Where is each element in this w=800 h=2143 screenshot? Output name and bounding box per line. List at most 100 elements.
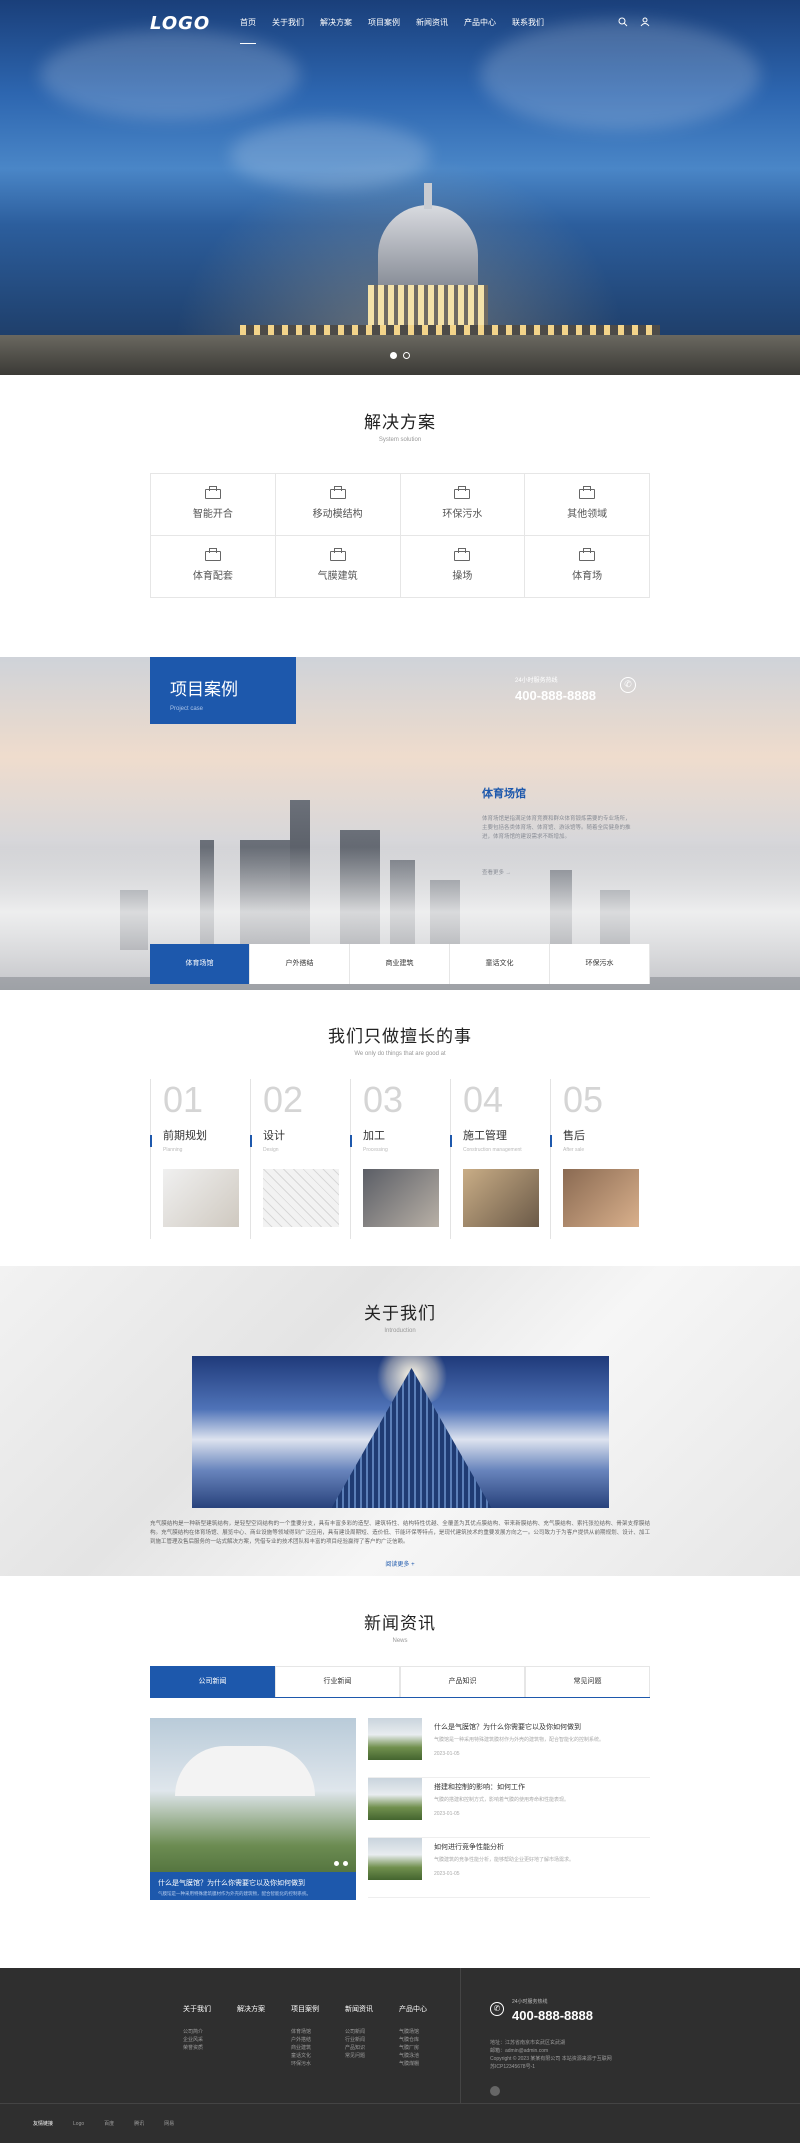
qrcode-icon[interactable] <box>490 2086 500 2096</box>
case-tab[interactable]: 环保污水 <box>550 944 650 984</box>
news-tab[interactable]: 常见问题 <box>525 1666 650 1697</box>
footer-address: 地址：江苏省南京市玄武区玄武湖 <box>490 2040 566 2046</box>
footer-link[interactable]: 气膜煤棚 <box>399 2060 427 2068</box>
news-thumbnail <box>368 1838 422 1880</box>
footer-link[interactable]: 商业建筑 <box>291 2044 319 2052</box>
case-tab[interactable]: 童话文化 <box>450 944 550 984</box>
footer-phone[interactable]: 400-888-8888 <box>512 2008 612 2023</box>
building-icon <box>579 486 596 499</box>
step-item[interactable]: 04 施工管理 Construction management <box>450 1079 550 1239</box>
solution-item[interactable]: 环保污水 <box>400 474 526 536</box>
hotline-number[interactable]: 400-888-8888 <box>515 688 596 703</box>
case-tab[interactable]: 体育场馆 <box>150 944 250 984</box>
step-item[interactable]: 03 加工 Processing <box>350 1079 450 1239</box>
footer-link[interactable]: 公司新闻 <box>345 2028 373 2036</box>
solution-item[interactable]: 体育配套 <box>151 536 276 598</box>
phone-icon: ✆ <box>490 2002 504 2016</box>
footer-link[interactable]: 环保污水 <box>291 2060 319 2068</box>
solution-label: 智能开合 <box>192 509 233 520</box>
nav-item-solutions[interactable]: 解决方案 <box>312 0 360 46</box>
nav-item-home[interactable]: 首页 <box>232 0 264 46</box>
step-name: 加工 <box>363 1130 385 1142</box>
friend-link[interactable]: 百度 <box>104 2120 114 2127</box>
footer-link[interactable]: 行业新闻 <box>345 2036 373 2044</box>
footer-link[interactable]: 气膜场馆 <box>399 2028 427 2036</box>
footer-columns: 关于我们 公司简介 企业风采 荣誉资质 解决方案 项目案例 体育场馆 户外搭结 … <box>183 2004 427 2068</box>
user-icon[interactable] <box>640 17 650 30</box>
case-info: 体育场馆 体育场馆是指满足体育竞赛和群众体育锻炼需要的专业场所，主要包括各类体育… <box>482 785 632 876</box>
solution-item[interactable]: 体育场 <box>525 536 650 598</box>
carousel-dot[interactable] <box>403 352 410 359</box>
footer-link[interactable]: 气膜厂房 <box>399 2044 427 2052</box>
nav-item-news[interactable]: 新闻资讯 <box>408 0 456 46</box>
news-title[interactable]: 如何进行竞争性能分析 <box>434 1842 650 1852</box>
about-more-link[interactable]: 阅读更多 + <box>0 1559 800 1568</box>
search-icon[interactable] <box>618 17 628 30</box>
solutions-grid: 智能开合 移动模结构 环保污水 其他领域 体育配套 气膜建筑 操场 体育场 <box>150 473 650 598</box>
step-item[interactable]: 05 售后 After sale <box>550 1079 650 1239</box>
solution-item[interactable]: 移动模结构 <box>275 474 401 536</box>
step-marker <box>150 1135 152 1147</box>
news-title[interactable]: 什么是气膜馆？为什么你需要它以及你如何做到 <box>434 1722 650 1732</box>
case-title[interactable]: 体育场馆 <box>482 785 632 801</box>
solution-item[interactable]: 气膜建筑 <box>275 536 401 598</box>
solution-item[interactable]: 智能开合 <box>151 474 276 536</box>
footer-link[interactable]: 荣誉资质 <box>183 2044 211 2052</box>
nav-item-cases[interactable]: 项目案例 <box>360 0 408 46</box>
case-more-link[interactable]: 查看更多 → <box>482 868 632 876</box>
footer-link[interactable]: 企业风采 <box>183 2036 211 2044</box>
news-tab[interactable]: 公司新闻 <box>150 1666 275 1697</box>
step-name: 设计 <box>263 1130 285 1142</box>
news-tab[interactable]: 行业新闻 <box>275 1666 400 1697</box>
footer-link[interactable]: 童话文化 <box>291 2052 319 2060</box>
case-tab[interactable]: 商业建筑 <box>350 944 450 984</box>
nav-item-contact[interactable]: 联系我们 <box>504 0 552 46</box>
logo[interactable]: LOGO <box>150 13 232 34</box>
step-image <box>163 1169 239 1227</box>
nav-item-products[interactable]: 产品中心 <box>456 0 504 46</box>
news-item[interactable]: 什么是气膜馆？为什么你需要它以及你如何做到 气膜馆是一种采用特殊建筑膜材作为外壳… <box>368 1718 650 1778</box>
solution-item[interactable]: 其他领域 <box>525 474 650 536</box>
friend-link[interactable]: Logo <box>73 2121 84 2127</box>
building-icon <box>329 486 346 499</box>
news-desc: 气膜馆是一种采用特殊建筑膜材作为外壳的建筑物，配合智能化的控制系统。 <box>434 1737 605 1743</box>
carousel-dot[interactable] <box>390 352 397 359</box>
footer-link[interactable]: 体育场馆 <box>291 2028 319 2036</box>
cases-title: 项目案例 <box>170 680 238 699</box>
friend-link[interactable]: 腾讯 <box>134 2120 144 2127</box>
footer-col-cases: 项目案例 体育场馆 户外搭结 商业建筑 童话文化 环保污水 <box>291 2004 319 2068</box>
news-item[interactable]: 搭建和控制的影响：如何工作 气膜的搭建和控制方式，影响着气膜的使用寿命和性能表现… <box>368 1778 650 1838</box>
solution-item[interactable]: 操场 <box>400 536 526 598</box>
footer-icp[interactable]: 苏ICP12345678号-1 <box>490 2063 612 2071</box>
glass-tower <box>331 1368 492 1508</box>
section-subtitle: News <box>392 1638 408 1644</box>
footer-link[interactable]: 产品知识 <box>345 2044 373 2052</box>
footer-link[interactable]: 户外搭结 <box>291 2036 319 2044</box>
footer-col-heading[interactable]: 新闻资讯 <box>345 2004 373 2014</box>
steps-row: 01 前期规划 Planning 02 设计 Design 03 加工 Proc… <box>150 1079 650 1239</box>
news-featured[interactable]: 什么是气膜馆？为什么你需要它以及你如何做到 气膜馆是一种采用特殊建筑膜材作为外壳… <box>150 1718 356 1900</box>
footer-col-heading[interactable]: 项目案例 <box>291 2004 319 2014</box>
nav-item-about[interactable]: 关于我们 <box>264 0 312 46</box>
footer-col-heading[interactable]: 关于我们 <box>183 2004 211 2014</box>
footer-link[interactable]: 气膜仓库 <box>399 2036 427 2044</box>
carousel-dot[interactable] <box>343 1861 348 1866</box>
footer-link[interactable]: 气膜泳池 <box>399 2052 427 2060</box>
footer-link[interactable]: 公司简介 <box>183 2028 211 2036</box>
case-tab[interactable]: 户外搭结 <box>250 944 350 984</box>
news-item[interactable]: 如何进行竞争性能分析 气膜建筑的竞争性能分析，能够帮助企业更好地了解市场需求。 … <box>368 1838 650 1898</box>
step-marker <box>450 1135 452 1147</box>
carousel-dot[interactable] <box>334 1861 339 1866</box>
step-item[interactable]: 02 设计 Design <box>250 1079 350 1239</box>
solution-label: 气膜建筑 <box>317 571 358 582</box>
news-tab[interactable]: 产品知识 <box>400 1666 525 1697</box>
step-item[interactable]: 01 前期规划 Planning <box>150 1079 250 1239</box>
playground-icon <box>454 548 471 561</box>
footer-link[interactable]: 常见问题 <box>345 2052 373 2060</box>
featured-title[interactable]: 什么是气膜馆？为什么你需要它以及你如何做到 <box>158 1878 348 1888</box>
friend-link[interactable]: 网易 <box>164 2120 174 2127</box>
case-tabs: 体育场馆 户外搭结 商业建筑 童话文化 环保污水 <box>150 944 650 984</box>
footer-col-heading[interactable]: 产品中心 <box>399 2004 427 2014</box>
footer-col-heading[interactable]: 解决方案 <box>237 2004 265 2014</box>
news-title[interactable]: 搭建和控制的影响：如何工作 <box>434 1782 650 1792</box>
